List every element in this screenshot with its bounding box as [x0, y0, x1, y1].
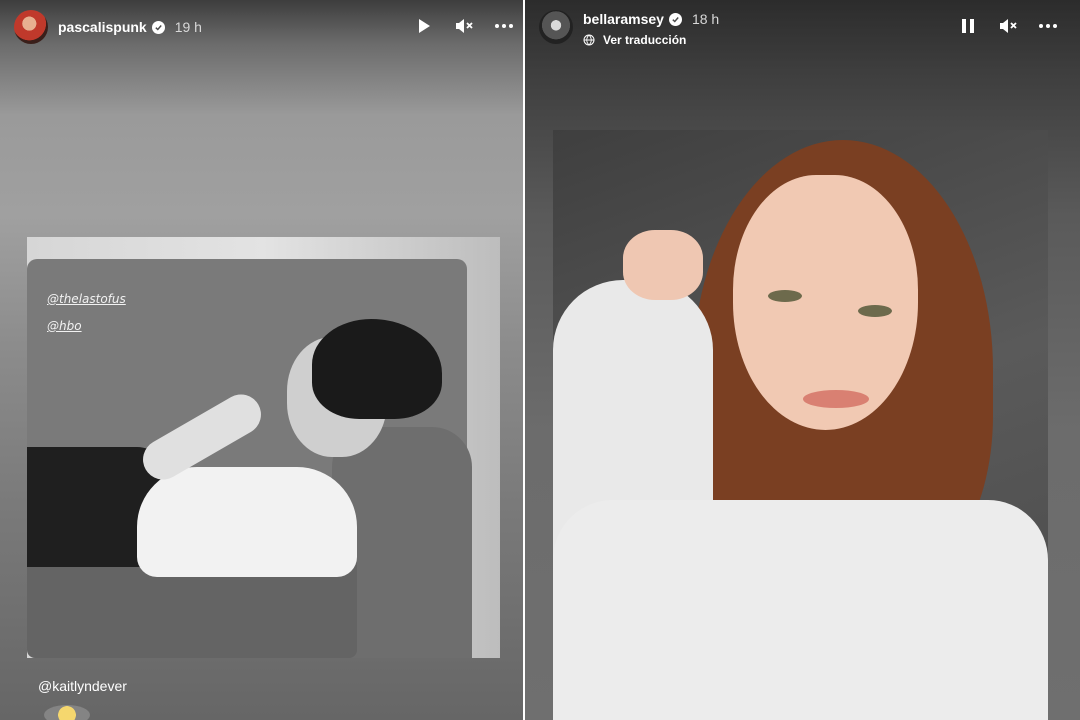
story-photo-left: @thelastofus @hbo: [27, 237, 500, 658]
username[interactable]: bellaramsey: [583, 11, 664, 27]
verified-badge-icon: [668, 12, 682, 26]
story-right: bellaramsey 18 h Ver traducción: [525, 0, 1080, 720]
caption-mention[interactable]: @kaitlyndever: [38, 678, 127, 694]
story-time: 19 h: [174, 19, 202, 35]
story-controls-right: [957, 15, 1059, 37]
mute-icon: [456, 19, 473, 33]
mute-icon: [1000, 19, 1017, 33]
more-icon: [495, 24, 513, 28]
mute-button[interactable]: [453, 15, 475, 37]
more-button[interactable]: [1037, 15, 1059, 37]
play-icon: [419, 19, 430, 33]
story-left: pascalispunk 19 h @thelastofus @hbo @kai…: [0, 0, 523, 720]
play-button[interactable]: [413, 15, 435, 37]
verified-badge-icon: [151, 20, 165, 34]
story-photo-right: [553, 130, 1048, 720]
username[interactable]: pascalispunk: [58, 19, 147, 35]
more-icon: [1039, 24, 1057, 28]
avatar[interactable]: [14, 10, 48, 44]
pause-button[interactable]: [957, 15, 979, 37]
mute-button[interactable]: [997, 15, 1019, 37]
avatar[interactable]: [539, 10, 573, 44]
translate-link[interactable]: Ver traducción: [583, 33, 719, 47]
translate-icon: [583, 34, 595, 46]
more-button[interactable]: [493, 15, 515, 37]
pause-icon: [962, 19, 974, 33]
mention-hbo[interactable]: @hbo: [47, 319, 82, 333]
emoji-sticker: [44, 705, 90, 720]
mention-thelastofus[interactable]: @thelastofus: [47, 292, 126, 306]
story-time: 18 h: [691, 11, 720, 27]
story-controls-left: [413, 15, 515, 37]
